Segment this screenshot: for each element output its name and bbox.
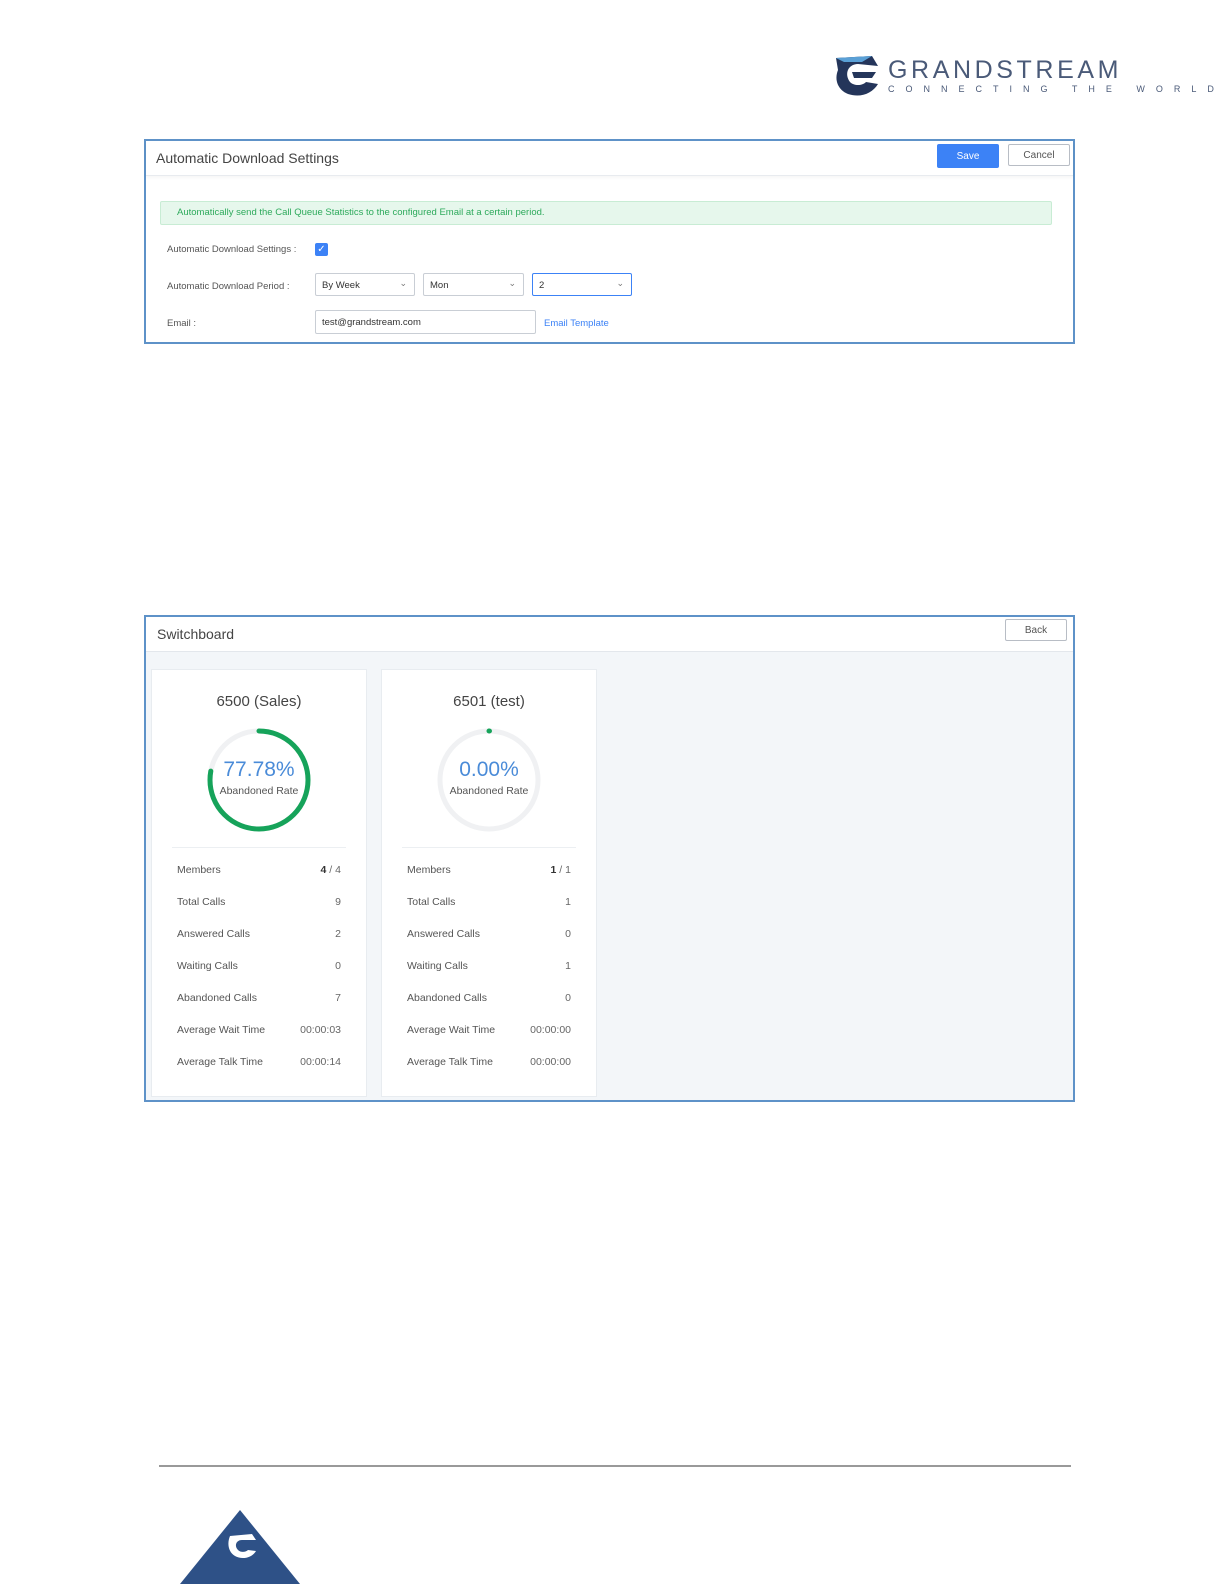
stat-row: Answered Calls 0 xyxy=(407,928,571,942)
abandoned-rate-gauge: 0.00% Abandoned Rate xyxy=(434,725,544,835)
stat-value: 1 / 1 xyxy=(550,864,571,876)
stat-label: Average Talk Time xyxy=(177,1056,263,1068)
queue-card[interactable]: 6501 (test) 0.00% Abandoned Rate Members… xyxy=(381,669,597,1097)
email-input-value: test@grandstream.com xyxy=(322,317,421,328)
stat-row-members: Members 1 / 1 xyxy=(407,864,571,878)
stat-row: Average Talk Time 00:00:14 xyxy=(177,1056,341,1070)
stat-row: Average Wait Time 00:00:00 xyxy=(407,1024,571,1038)
period-type-select[interactable]: By Week ⌄ xyxy=(315,273,415,296)
divider xyxy=(172,847,346,848)
chevron-down-icon: ⌄ xyxy=(508,278,516,288)
email-template-link[interactable]: Email Template xyxy=(544,318,609,329)
chevron-down-icon: ⌄ xyxy=(399,278,407,288)
stat-row: Average Talk Time 00:00:00 xyxy=(407,1056,571,1070)
stat-label: Total Calls xyxy=(177,896,226,908)
stat-label: Abandoned Calls xyxy=(177,992,257,1004)
period-type-value: By Week xyxy=(322,280,360,291)
stat-row: Total Calls 9 xyxy=(177,896,341,910)
period-hour-value: 2 xyxy=(539,280,545,291)
footer-logo-icon xyxy=(180,1510,300,1584)
stat-row: Average Wait Time 00:00:03 xyxy=(177,1024,341,1038)
chevron-down-icon: ⌄ xyxy=(616,278,624,288)
stat-row: Abandoned Calls 0 xyxy=(407,992,571,1006)
stat-value: 0 xyxy=(565,992,571,1004)
queue-name: 6500 (Sales) xyxy=(216,693,302,710)
cancel-button[interactable]: Cancel xyxy=(1008,144,1070,166)
stat-label: Waiting Calls xyxy=(407,960,468,972)
queue-name: 6501 (test) xyxy=(453,693,525,710)
stat-value: 0 xyxy=(335,960,341,972)
panel-title: Switchboard xyxy=(157,626,235,642)
stat-value: 00:00:14 xyxy=(300,1056,341,1068)
abandoned-rate-gauge: 77.78% Abandoned Rate xyxy=(204,725,314,835)
stat-value: 7 xyxy=(335,992,341,1004)
enable-label: Automatic Download Settings : xyxy=(167,244,297,255)
stat-row: Abandoned Calls 7 xyxy=(177,992,341,1006)
stat-row: Total Calls 1 xyxy=(407,896,571,910)
stat-value: 00:00:03 xyxy=(300,1024,341,1036)
divider xyxy=(402,847,576,848)
footer-rule xyxy=(159,1465,1071,1467)
period-hour-select[interactable]: 2 ⌄ xyxy=(532,273,632,296)
info-notice-text: Automatically send the Call Queue Statis… xyxy=(177,207,545,218)
stat-row-members: Members 4 / 4 xyxy=(177,864,341,878)
abandoned-rate-label: Abandoned Rate xyxy=(219,785,299,797)
period-day-value: Mon xyxy=(430,280,449,291)
stat-label: Abandoned Calls xyxy=(407,992,487,1004)
stat-value: 1 xyxy=(565,960,571,972)
members-online: 1 xyxy=(550,864,557,876)
save-button[interactable]: Save xyxy=(937,144,999,168)
members-online: 4 xyxy=(320,864,327,876)
brand-name: GRANDSTREAM xyxy=(888,56,1123,84)
queue-card[interactable]: 6500 (Sales) 77.78% Abandoned Rate Membe… xyxy=(151,669,367,1097)
check-icon: ✓ xyxy=(317,244,326,255)
enable-checkbox[interactable]: ✓ xyxy=(315,243,328,256)
members-total: 1 xyxy=(565,864,571,876)
stat-label: Answered Calls xyxy=(407,928,480,940)
switchboard-panel: Switchboard Back 6500 (Sales) 77.78% Aba… xyxy=(144,615,1075,1102)
stat-label: Waiting Calls xyxy=(177,960,238,972)
stat-value: 00:00:00 xyxy=(530,1056,571,1068)
grandstream-swoosh-icon xyxy=(836,56,878,96)
stat-row: Waiting Calls 0 xyxy=(177,960,341,974)
abandoned-rate-label: Abandoned Rate xyxy=(449,785,529,797)
stat-label: Average Talk Time xyxy=(407,1056,493,1068)
period-label: Automatic Download Period : xyxy=(167,281,290,292)
email-label: Email : xyxy=(167,318,197,329)
stat-row: Waiting Calls 1 xyxy=(407,960,571,974)
stat-value: 1 xyxy=(565,896,571,908)
stat-row: Answered Calls 2 xyxy=(177,928,341,942)
automatic-download-settings-panel: Automatic Download Settings Save Cancel … xyxy=(144,139,1075,344)
stat-label: Members xyxy=(407,864,451,876)
abandoned-rate-value: 0.00% xyxy=(459,758,519,781)
panel-header: Switchboard Back xyxy=(146,617,1073,652)
info-notice: Automatically send the Call Queue Statis… xyxy=(160,201,1052,225)
grandstream-logo: GRANDSTREAM CONNECTING THE WORLD xyxy=(832,54,1214,98)
stat-value: 0 xyxy=(565,928,571,940)
panel-title: Automatic Download Settings xyxy=(156,150,339,166)
stat-value: 00:00:00 xyxy=(530,1024,571,1036)
stat-label: Average Wait Time xyxy=(407,1024,496,1036)
panel-header: Automatic Download Settings Save Cancel xyxy=(146,141,1073,176)
abandoned-rate-value: 77.78% xyxy=(223,758,295,781)
stat-value: 2 xyxy=(335,928,341,940)
stat-value: 9 xyxy=(335,896,341,908)
stat-label: Members xyxy=(177,864,221,876)
brand-tagline: CONNECTING THE WORLD xyxy=(888,84,1224,94)
email-input[interactable]: test@grandstream.com xyxy=(315,310,536,334)
stat-value: 4 / 4 xyxy=(320,864,341,876)
stat-label: Average Wait Time xyxy=(177,1024,266,1036)
period-day-select[interactable]: Mon ⌄ xyxy=(423,273,524,296)
stat-label: Answered Calls xyxy=(177,928,250,940)
stat-label: Total Calls xyxy=(407,896,456,908)
back-button[interactable]: Back xyxy=(1005,619,1067,641)
members-total: 4 xyxy=(335,864,341,876)
